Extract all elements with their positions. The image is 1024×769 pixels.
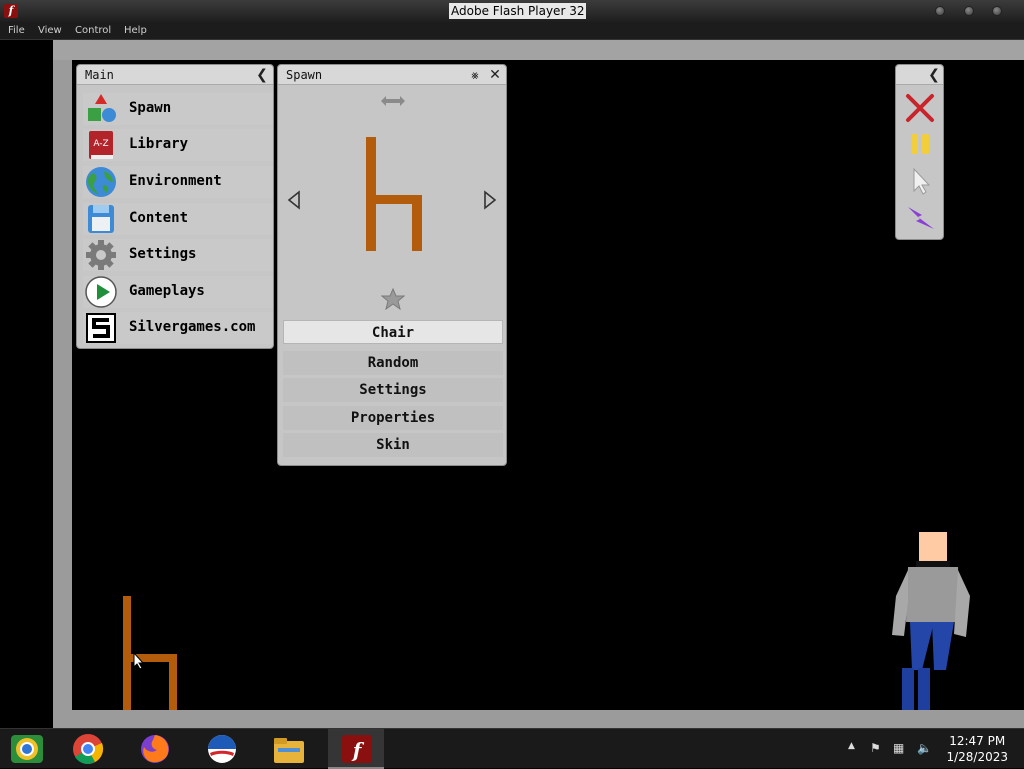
chrome-canary-icon[interactable] <box>10 733 44 765</box>
globe-icon <box>86 167 116 197</box>
mouse-cursor-icon <box>133 652 145 670</box>
file-explorer-icon[interactable] <box>272 733 306 765</box>
spawn-selected-item[interactable]: Chair <box>283 320 503 344</box>
menu-file[interactable]: File <box>8 25 25 36</box>
tool-panel-header[interactable]: ❮ <box>896 65 943 85</box>
main-panel-header[interactable]: Main ❮ <box>77 65 273 85</box>
menu-bar: File View Control Help <box>0 22 1024 40</box>
flash-icon: f <box>4 4 18 18</box>
obama-logo-icon[interactable] <box>205 733 239 765</box>
main-panel-title: Main <box>85 68 114 82</box>
spawn-option-skin[interactable]: Skin <box>283 433 503 457</box>
main-item-settings[interactable]: Settings <box>83 239 273 271</box>
menu-help[interactable]: Help <box>124 25 147 36</box>
svg-text:A-Z: A-Z <box>93 139 108 149</box>
taskbar: f ▲ ⚑ ▦ 🔈 12:47 PM 1/28/2023 <box>0 728 1024 769</box>
cursor-icon <box>913 167 931 195</box>
close-button[interactable] <box>992 6 1002 16</box>
stage-top-strip <box>53 40 1024 60</box>
collapse-left-icon[interactable]: ❮ <box>925 66 943 84</box>
volume-icon[interactable]: 🔈 <box>917 741 932 755</box>
spawn-option-properties[interactable]: Properties <box>283 406 503 430</box>
spawn-option-settings[interactable]: Settings <box>283 378 503 402</box>
network-icon[interactable]: ▦ <box>893 741 904 755</box>
spawn-panel: Spawn ⨳ ✕ Chair Random Settings Properti… <box>277 64 507 466</box>
system-clock[interactable]: 12:47 PM 1/28/2023 <box>946 733 1008 765</box>
main-panel: Main ❮ Spawn A-Z Library Environment Con… <box>76 64 274 349</box>
gear-icon <box>86 240 116 270</box>
main-item-content[interactable]: Content <box>83 203 273 235</box>
floppy-icon <box>88 205 114 233</box>
firefox-icon[interactable] <box>138 733 172 765</box>
main-item-library[interactable]: A-Z Library <box>83 129 273 161</box>
clear-tool-button[interactable] <box>902 92 938 124</box>
book-icon: A-Z <box>89 131 113 159</box>
collapse-up-icon[interactable]: ⨳ <box>466 66 484 84</box>
spawn-panel-header[interactable]: Spawn ⨳ ✕ <box>278 65 506 85</box>
silvergames-logo-icon <box>86 313 116 343</box>
clock-date: 1/28/2023 <box>946 750 1008 764</box>
pointer-tool-button[interactable] <box>902 165 938 197</box>
spawn-option-random[interactable]: Random <box>283 351 503 375</box>
window-title: Adobe Flash Player 32 <box>449 3 587 19</box>
chair-object[interactable] <box>120 594 182 710</box>
action-center-flag-icon[interactable]: ⚑ <box>870 741 881 755</box>
maximize-button[interactable] <box>964 6 974 16</box>
flip-arrows-icon[interactable] <box>380 95 406 107</box>
clock-time: 12:47 PM <box>949 734 1006 748</box>
spawn-panel-title: Spawn <box>286 68 323 82</box>
next-item-icon[interactable] <box>482 190 498 210</box>
menu-view[interactable]: View <box>38 25 62 36</box>
star-icon[interactable] <box>381 288 405 310</box>
main-item-environment[interactable]: Environment <box>83 166 273 198</box>
main-item-silvergames[interactable]: Silvergames.com <box>83 312 273 344</box>
shapes-icon <box>88 94 116 122</box>
main-item-spawn[interactable]: Spawn <box>83 93 273 125</box>
minimize-button[interactable] <box>935 6 945 16</box>
ragdoll-character[interactable] <box>886 530 976 710</box>
lightning-icon <box>908 207 934 229</box>
close-panel-icon[interactable]: ✕ <box>486 66 504 84</box>
flash-player-icon[interactable]: f <box>340 733 374 765</box>
show-hidden-icons-icon[interactable]: ▲ <box>848 741 855 751</box>
pause-icon <box>911 134 929 154</box>
chair-preview <box>366 137 422 251</box>
pause-tool-button[interactable] <box>902 128 938 160</box>
tool-panel: ❮ <box>895 64 944 240</box>
menu-control[interactable]: Control <box>75 25 111 36</box>
close-x-icon <box>906 94 934 122</box>
power-tool-button[interactable] <box>902 201 938 233</box>
collapse-left-icon[interactable]: ❮ <box>253 66 271 84</box>
previous-item-icon[interactable] <box>286 190 302 210</box>
main-item-gameplays[interactable]: Gameplays <box>83 276 273 308</box>
chrome-icon[interactable] <box>71 733 105 765</box>
window-title-bar: f Adobe Flash Player 32 <box>0 0 1024 22</box>
play-icon <box>85 276 117 308</box>
